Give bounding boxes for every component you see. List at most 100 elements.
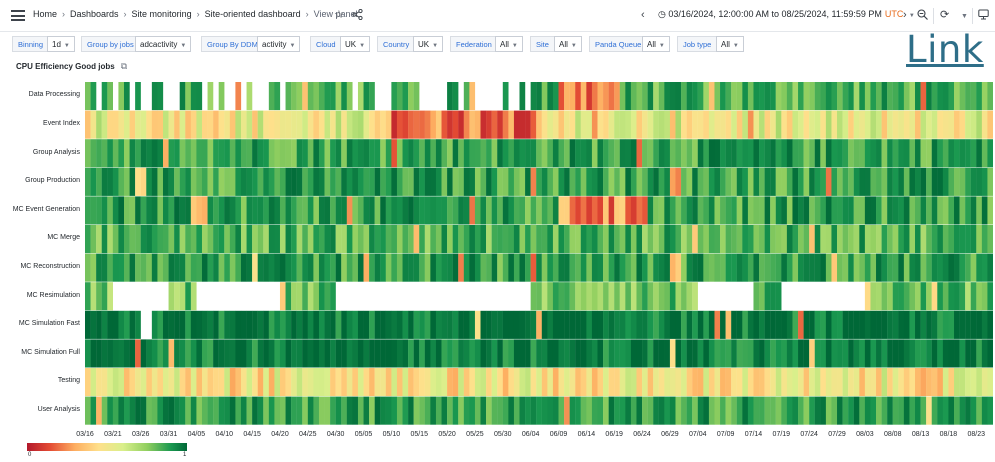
- heatmap-cell[interactable]: [725, 368, 732, 397]
- heatmap-cell[interactable]: [352, 167, 359, 196]
- heatmap-cell[interactable]: [530, 110, 537, 139]
- heatmap-cell[interactable]: [530, 253, 537, 282]
- heatmap-cell[interactable]: [664, 396, 671, 425]
- heatmap-cell[interactable]: [313, 167, 320, 196]
- heatmap-cell[interactable]: [887, 196, 893, 225]
- heatmap-cell[interactable]: [564, 368, 570, 397]
- heatmap-cell[interactable]: [135, 310, 141, 339]
- heatmap-cell[interactable]: [458, 110, 464, 139]
- heatmap-cell[interactable]: [753, 339, 760, 368]
- heatmap-cell[interactable]: [402, 139, 409, 168]
- zoom-out-icon[interactable]: [917, 9, 928, 24]
- heatmap-cell[interactable]: [190, 339, 197, 368]
- heatmap-cell[interactable]: [140, 339, 147, 368]
- heatmap-cell[interactable]: [274, 310, 281, 339]
- heatmap-cell[interactable]: [586, 167, 593, 196]
- heatmap-cell[interactable]: [876, 368, 882, 397]
- heatmap-cell[interactable]: [402, 253, 409, 282]
- heatmap-cell[interactable]: [909, 310, 916, 339]
- heatmap-cell[interactable]: [174, 253, 180, 282]
- heatmap-cell[interactable]: [597, 368, 604, 397]
- heatmap-cell[interactable]: [837, 167, 843, 196]
- heatmap-cell[interactable]: [279, 282, 286, 311]
- heatmap-cell[interactable]: [731, 310, 737, 339]
- heatmap-cell[interactable]: [881, 167, 888, 196]
- heatmap-cell[interactable]: [625, 139, 632, 168]
- heatmap-cell[interactable]: [330, 339, 336, 368]
- heatmap-cell[interactable]: [296, 368, 303, 397]
- heatmap-cell[interactable]: [742, 225, 749, 254]
- heatmap-cell[interactable]: [396, 310, 403, 339]
- heatmap-cell[interactable]: [692, 167, 698, 196]
- heatmap-cell[interactable]: [619, 167, 626, 196]
- heatmap-cell[interactable]: [151, 396, 158, 425]
- heatmap-cell[interactable]: [753, 139, 760, 168]
- heatmap-cell[interactable]: [179, 368, 186, 397]
- heatmap-cell[interactable]: [190, 368, 197, 397]
- heatmap-cell[interactable]: [775, 196, 782, 225]
- heatmap-cell[interactable]: [107, 139, 113, 168]
- heatmap-cell[interactable]: [408, 368, 414, 397]
- heatmap-cell[interactable]: [892, 196, 899, 225]
- heatmap-cell[interactable]: [224, 167, 230, 196]
- heatmap-cell[interactable]: [346, 139, 353, 168]
- heatmap-cell[interactable]: [619, 368, 626, 397]
- heatmap-cell[interactable]: [764, 396, 771, 425]
- heatmap-cell[interactable]: [909, 82, 916, 111]
- heatmap-cell[interactable]: [179, 225, 186, 254]
- heatmap-cell[interactable]: [564, 196, 570, 225]
- heatmap-cell[interactable]: [341, 368, 347, 397]
- heatmap-cell[interactable]: [541, 82, 548, 111]
- heatmap-cell[interactable]: [831, 82, 838, 111]
- heatmap-cell[interactable]: [96, 110, 102, 139]
- heatmap-cell[interactable]: [140, 368, 147, 397]
- heatmap-cell[interactable]: [435, 225, 442, 254]
- heatmap-cell[interactable]: [965, 253, 971, 282]
- heatmap-cell[interactable]: [441, 225, 448, 254]
- heatmap-cell[interactable]: [636, 196, 643, 225]
- heatmap-cell[interactable]: [207, 110, 214, 139]
- heatmap-cell[interactable]: [987, 253, 993, 282]
- heatmap-cell[interactable]: [591, 196, 598, 225]
- heatmap-cell[interactable]: [491, 396, 498, 425]
- heatmap-cell[interactable]: [291, 339, 297, 368]
- heatmap-cell[interactable]: [357, 110, 364, 139]
- heatmap-cell[interactable]: [714, 167, 721, 196]
- heatmap-cell[interactable]: [201, 167, 208, 196]
- heatmap-cell[interactable]: [302, 368, 308, 397]
- heatmap-cell[interactable]: [307, 253, 314, 282]
- heatmap-cell[interactable]: [647, 225, 654, 254]
- heatmap-cell[interactable]: [731, 339, 737, 368]
- heatmap-cell[interactable]: [948, 110, 955, 139]
- heatmap-cell[interactable]: [463, 396, 470, 425]
- heatmap-cell[interactable]: [575, 167, 581, 196]
- heatmap-cell[interactable]: [279, 110, 286, 139]
- heatmap-cell[interactable]: [747, 196, 754, 225]
- heatmap-cell[interactable]: [770, 139, 776, 168]
- heatmap-cell[interactable]: [151, 368, 158, 397]
- heatmap-cell[interactable]: [859, 110, 866, 139]
- heatmap-cell[interactable]: [931, 368, 938, 397]
- heatmap-cell[interactable]: [374, 196, 381, 225]
- heatmap-cell[interactable]: [536, 82, 542, 111]
- heatmap-cell[interactable]: [146, 368, 152, 397]
- heatmap-cell[interactable]: [703, 368, 710, 397]
- heatmap-cell[interactable]: [469, 253, 476, 282]
- heatmap-cell[interactable]: [302, 110, 308, 139]
- heatmap-cell[interactable]: [981, 282, 988, 311]
- heatmap-cell[interactable]: [558, 167, 565, 196]
- heatmap-cell[interactable]: [669, 368, 676, 397]
- heatmap-cell[interactable]: [424, 167, 431, 196]
- heatmap-cell[interactable]: [792, 139, 799, 168]
- heatmap-cell[interactable]: [987, 196, 993, 225]
- heatmap-cell[interactable]: [892, 82, 899, 111]
- heatmap-cell[interactable]: [575, 339, 581, 368]
- heatmap-cell[interactable]: [508, 167, 515, 196]
- heatmap-cell[interactable]: [820, 310, 827, 339]
- heatmap-cell[interactable]: [948, 339, 955, 368]
- heatmap-cell[interactable]: [201, 339, 208, 368]
- heatmap-cell[interactable]: [981, 310, 988, 339]
- heatmap-cell[interactable]: [536, 196, 542, 225]
- time-back-button[interactable]: ‹: [641, 8, 645, 22]
- heatmap-cell[interactable]: [569, 310, 576, 339]
